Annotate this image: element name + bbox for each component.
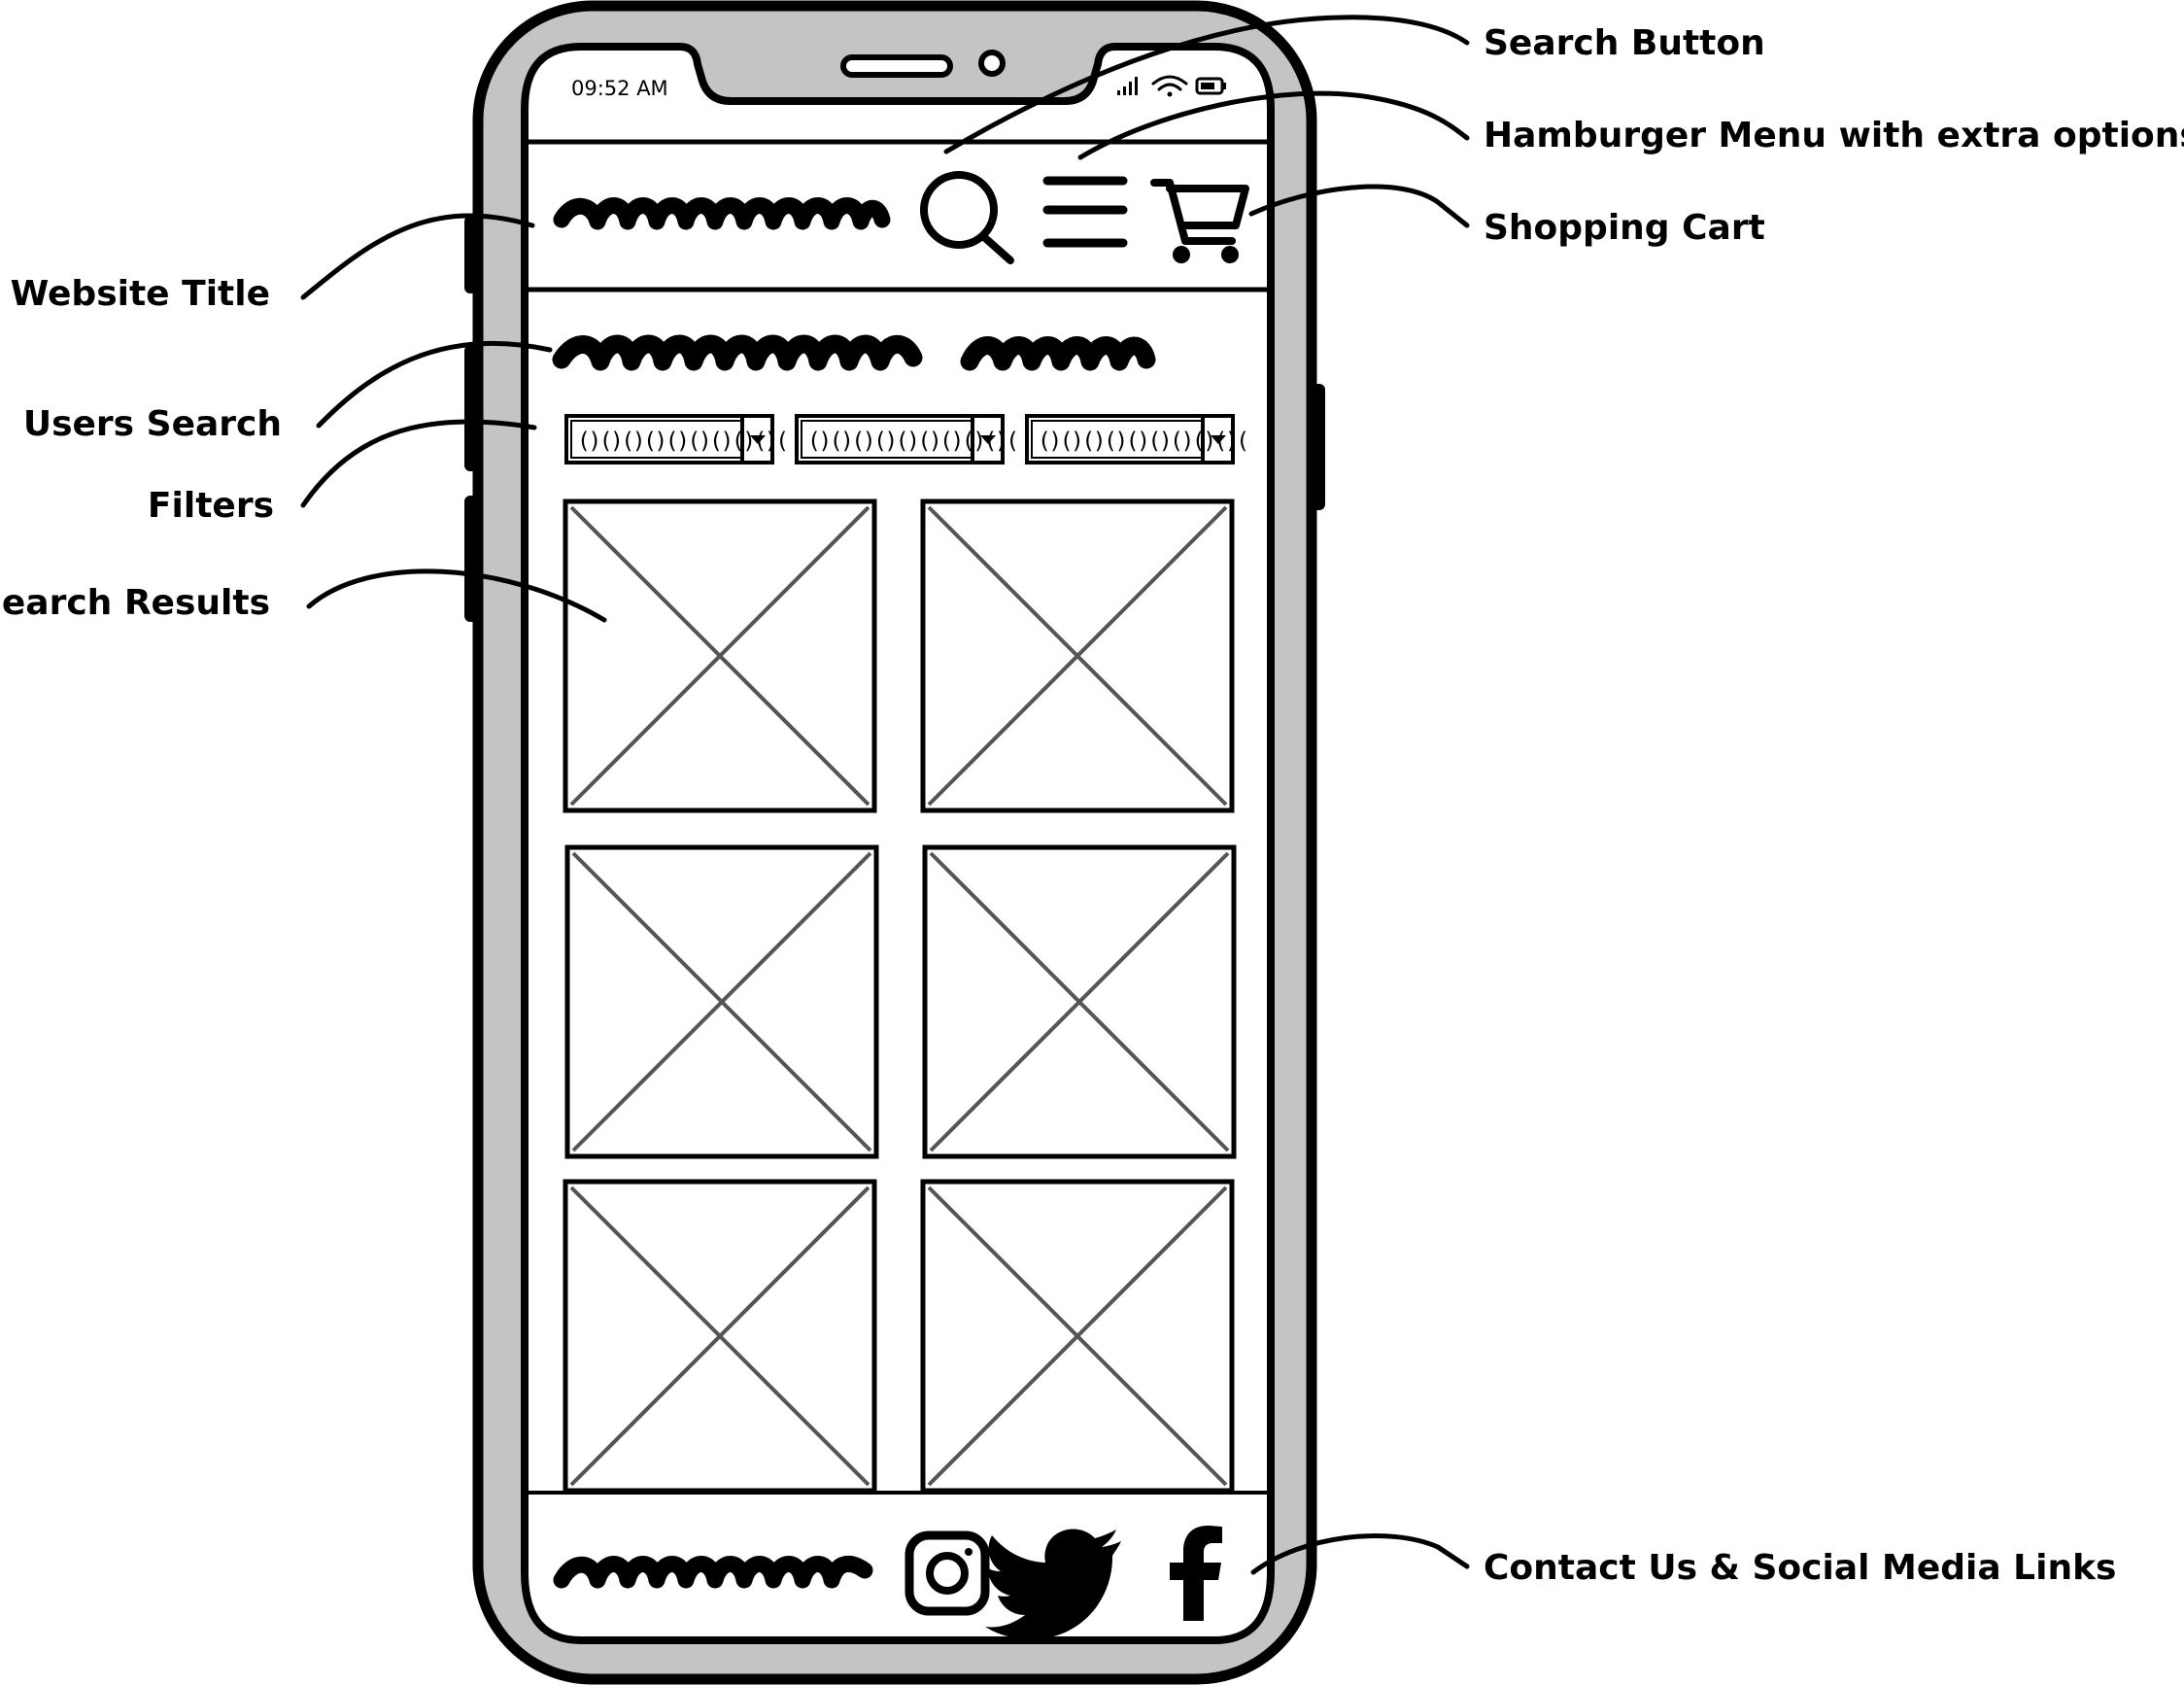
status-time: 09:52 AM	[571, 77, 668, 100]
phone-camera	[978, 50, 1006, 77]
filters-row: ()()()()()()()()()( ()()()()()()()()()( …	[564, 414, 1249, 464]
filter-value: ()()()()()()()()()(	[1038, 429, 1247, 454]
label-contact-social: Contact Us & Social Media Links	[1484, 1548, 2116, 1588]
label-shopping-cart: Shopping Cart	[1484, 208, 1765, 248]
label-search-results: Search Results	[0, 583, 270, 623]
users-search-scribble-2	[960, 336, 1156, 371]
result-image-placeholder[interactable]	[564, 844, 879, 1159]
filter-value: ()()()()()()()()()(	[807, 429, 1017, 454]
filter-dropdown[interactable]: ()()()()()()()()()(	[564, 414, 789, 464]
label-hamburger-menu: Hamburger Menu with extra options	[1484, 116, 2184, 155]
filter-value: ()()()()()()()()()(	[577, 429, 787, 454]
phone-speaker	[840, 54, 953, 78]
label-website-title: Website Title	[11, 274, 270, 314]
result-image-placeholder[interactable]	[920, 499, 1235, 813]
label-filters: Filters	[148, 486, 274, 526]
result-image-placeholder[interactable]	[920, 1179, 1235, 1494]
result-image-placeholder[interactable]	[922, 844, 1237, 1159]
wireframe-diagram: 09:52 AM ()()()()()()()()()(()()()()()(…	[0, 0, 2184, 1685]
filter-dropdown[interactable]: ()()()()()()()()()(	[1025, 414, 1249, 464]
result-image-placeholder[interactable]	[563, 499, 877, 813]
filter-dropdown[interactable]: ()()()()()()()()()(	[795, 414, 1019, 464]
result-image-placeholder[interactable]	[563, 1179, 877, 1494]
label-search-button: Search Button	[1484, 23, 1765, 63]
label-users-search: Users Search	[23, 404, 282, 444]
